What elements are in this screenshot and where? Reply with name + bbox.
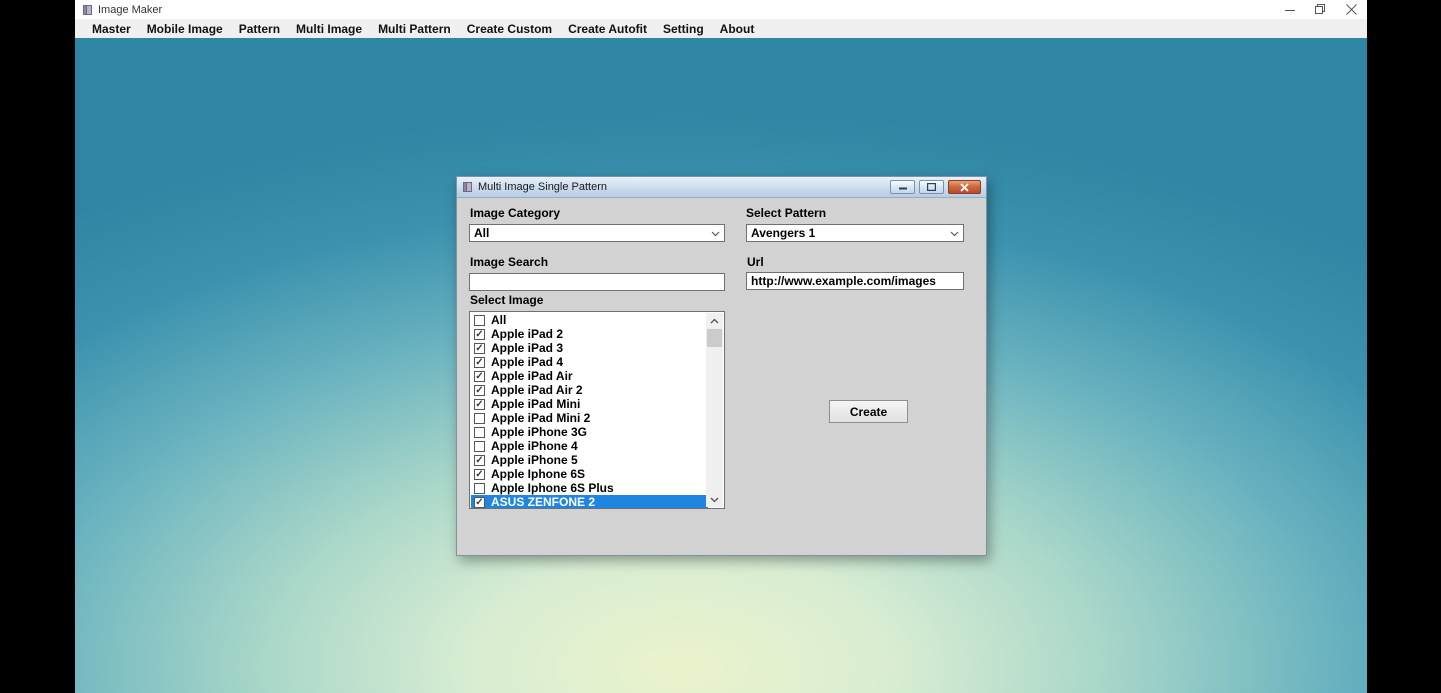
- checkbox-checked-icon[interactable]: ✓: [474, 497, 485, 508]
- list-item[interactable]: ✓ Apple iPad 2: [471, 327, 708, 341]
- url-label: Url: [747, 255, 764, 269]
- list-item-label: Apple iPad Mini: [491, 397, 580, 411]
- chevron-down-icon: [711, 231, 720, 237]
- list-item-label: Apple iPad Mini 2: [491, 411, 590, 425]
- desktop-background: Multi Image Single Pattern Image Cate: [75, 38, 1367, 693]
- list-item[interactable]: Apple iPad Mini 2: [471, 411, 708, 425]
- image-category-value: All: [474, 226, 489, 240]
- list-item-label: Apple Iphone 6S: [491, 467, 585, 481]
- dialog-multi-image-single-pattern: Multi Image Single Pattern Image Cate: [456, 176, 987, 556]
- image-search-input[interactable]: [469, 273, 725, 291]
- scrollbar[interactable]: [706, 313, 723, 507]
- close-icon[interactable]: [948, 180, 981, 194]
- select-image-listbox[interactable]: All ✓ Apple iPad 2 ✓ Apple iPad 3 ✓ Apple iPad…: [469, 311, 725, 509]
- checkbox-checked-icon[interactable]: ✓: [474, 371, 485, 382]
- checkbox-checked-icon[interactable]: ✓: [474, 343, 485, 354]
- list-item[interactable]: Apple Iphone 6S Plus: [471, 481, 708, 495]
- checkbox-unchecked-icon[interactable]: [474, 413, 485, 424]
- app-title: Image Maker: [98, 4, 162, 16]
- menu-item-mobile-image[interactable]: Mobile Image: [139, 22, 231, 36]
- list-item[interactable]: ✓ Apple Iphone 6S: [471, 467, 708, 481]
- list-item-label: Apple iPad Air: [491, 369, 573, 383]
- list-item-label: Apple iPad 3: [491, 341, 563, 355]
- select-pattern-value: Avengers 1: [751, 226, 815, 240]
- menu-item-pattern[interactable]: Pattern: [231, 22, 288, 36]
- dialog-window-controls: [890, 180, 981, 194]
- list-item[interactable]: ✓ Apple iPad 3: [471, 341, 708, 355]
- dialog-icon: [462, 181, 473, 193]
- image-category-label: Image Category: [470, 206, 560, 220]
- image-search-label: Image Search: [470, 255, 548, 269]
- url-input[interactable]: [746, 272, 964, 290]
- checkbox-unchecked-icon[interactable]: [474, 483, 485, 494]
- list-item-label: Apple iPad 2: [491, 327, 563, 341]
- app-window-image-maker: Image Maker MasterMobile ImagePatternMul…: [75, 0, 1367, 693]
- minimize-icon[interactable]: [1274, 0, 1305, 19]
- list-item-label: ASUS ZENFONE 2: [491, 495, 595, 509]
- list-item[interactable]: ✓ Apple iPad 4: [471, 355, 708, 369]
- menubar: MasterMobile ImagePatternMulti ImageMult…: [75, 19, 1367, 38]
- image-category-select[interactable]: All: [469, 224, 725, 242]
- select-pattern-select[interactable]: Avengers 1: [746, 224, 964, 242]
- listbox-items: All ✓ Apple iPad 2 ✓ Apple iPad 3 ✓ Apple iPad…: [471, 313, 708, 509]
- list-item-label: Apple iPhone 4: [491, 439, 578, 453]
- screen: Image Maker MasterMobile ImagePatternMul…: [0, 0, 1441, 693]
- maximize-icon[interactable]: [919, 180, 944, 194]
- list-item-label: Apple iPad 4: [491, 355, 563, 369]
- checkbox-checked-icon[interactable]: ✓: [474, 399, 485, 410]
- checkbox-unchecked-icon[interactable]: [474, 441, 485, 452]
- list-item[interactable]: ✓ ASUS ZENFONE 2: [471, 495, 708, 509]
- list-item[interactable]: ✓ Apple iPad Air: [471, 369, 708, 383]
- list-item-label: Apple iPhone 3G: [491, 425, 587, 439]
- app-icon: [82, 4, 93, 16]
- list-item[interactable]: Apple iPhone 3G: [471, 425, 708, 439]
- checkbox-checked-icon[interactable]: ✓: [474, 329, 485, 340]
- list-item-label: All: [491, 313, 506, 327]
- list-item-label: Apple iPad Air 2: [491, 383, 583, 397]
- app-titlebar: Image Maker: [75, 0, 1367, 19]
- checkbox-checked-icon[interactable]: ✓: [474, 385, 485, 396]
- list-item[interactable]: ✓ Apple iPhone 5: [471, 453, 708, 467]
- close-icon[interactable]: [1336, 0, 1367, 19]
- list-item[interactable]: Apple iPhone 4: [471, 439, 708, 453]
- window-controls: [1274, 0, 1367, 19]
- list-item-label: Apple iPhone 5: [491, 453, 578, 467]
- checkbox-unchecked-icon[interactable]: [474, 315, 485, 326]
- select-pattern-label: Select Pattern: [746, 206, 826, 220]
- list-item[interactable]: ✓ Apple iPad Air 2: [471, 383, 708, 397]
- menu-item-multi-pattern[interactable]: Multi Pattern: [370, 22, 459, 36]
- restore-icon[interactable]: [1305, 0, 1336, 19]
- dialog-title: Multi Image Single Pattern: [478, 181, 607, 193]
- scroll-down-icon[interactable]: [706, 492, 723, 507]
- list-item-label: Apple Iphone 6S Plus: [491, 481, 614, 495]
- checkbox-unchecked-icon[interactable]: [474, 427, 485, 438]
- menu-item-setting[interactable]: Setting: [655, 22, 712, 36]
- list-item[interactable]: ✓ Apple iPad Mini: [471, 397, 708, 411]
- menu-item-multi-image[interactable]: Multi Image: [288, 22, 370, 36]
- menu-item-create-custom[interactable]: Create Custom: [459, 22, 560, 36]
- menu-item-about[interactable]: About: [712, 22, 763, 36]
- select-image-label: Select Image: [470, 293, 543, 307]
- menu-item-master[interactable]: Master: [84, 22, 139, 36]
- chevron-down-icon: [950, 231, 959, 237]
- scrollbar-thumb[interactable]: [707, 329, 722, 347]
- checkbox-checked-icon[interactable]: ✓: [474, 455, 485, 466]
- list-item[interactable]: All: [471, 313, 708, 327]
- checkbox-checked-icon[interactable]: ✓: [474, 357, 485, 368]
- menu-item-create-autofit[interactable]: Create Autofit: [560, 22, 655, 36]
- minimize-icon[interactable]: [890, 180, 915, 194]
- scroll-up-icon[interactable]: [706, 313, 723, 328]
- checkbox-checked-icon[interactable]: ✓: [474, 469, 485, 480]
- dialog-titlebar[interactable]: Multi Image Single Pattern: [457, 177, 986, 198]
- create-button[interactable]: Create: [829, 400, 908, 423]
